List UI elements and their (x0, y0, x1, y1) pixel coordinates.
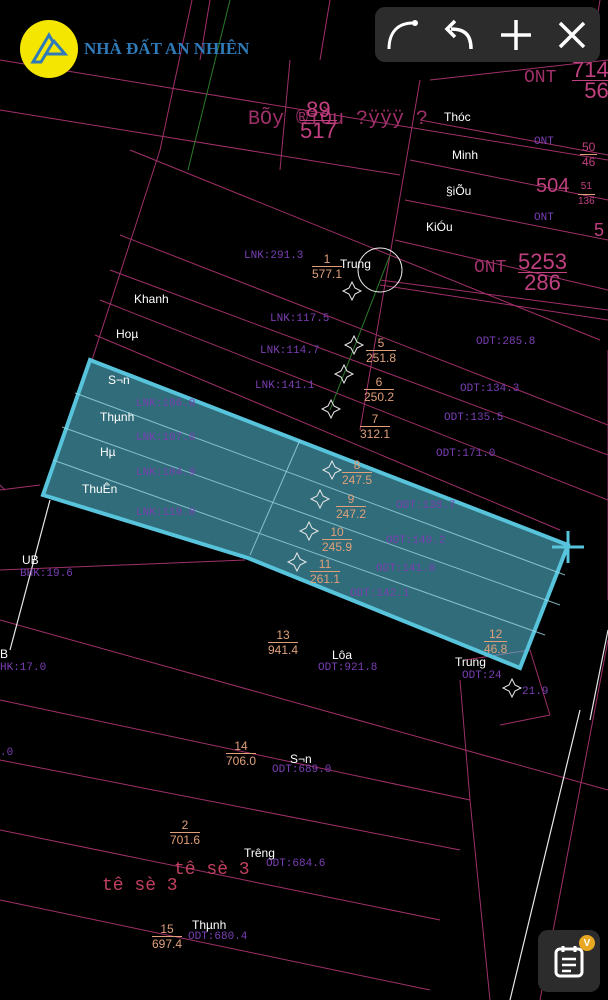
parcel-label: 13 941.4 (268, 628, 299, 657)
land-code: BHK:19.6 (20, 568, 73, 580)
parcel-label: 15 697.4 (152, 922, 183, 951)
plus-icon (500, 19, 531, 50)
parcel-51-136: 51 136 (578, 181, 595, 207)
land-code-ont: ONT (474, 258, 507, 278)
land-code: 21.9 (522, 686, 549, 698)
logo-mark-icon (20, 20, 78, 78)
land-code: LNK:106.0 (136, 398, 196, 410)
land-code: ODT:141.0 (376, 563, 436, 575)
brand-name: NHÀ ĐẤT AN NHIÊN (84, 39, 250, 58)
owner-name: Hµ (100, 445, 116, 459)
parcel-label: 11 261.1 (310, 557, 341, 586)
owner-name: Trung (340, 257, 371, 271)
map-note-2: tê sè 3 (102, 876, 178, 896)
owner-name: Thµnh (100, 410, 135, 424)
land-code: LNK:117.5 (270, 313, 330, 325)
clipboard-icon (554, 946, 584, 978)
owner-name: S¬n (290, 752, 312, 766)
undo-icon (444, 19, 474, 49)
land-code: HK:17.0 (0, 662, 47, 674)
owner-name: Tr­êng (244, 846, 275, 860)
land-code: ODT:140.2 (386, 535, 446, 547)
parcel-5: 5 (594, 220, 605, 240)
land-code: ODT:138.7 (396, 500, 456, 512)
curve-line-icon (387, 19, 419, 49)
parcel-label: 9 247.2 (336, 492, 367, 521)
owner-name: §iÕu (446, 184, 472, 198)
close-button[interactable] (548, 11, 596, 59)
undo-button[interactable] (435, 11, 483, 59)
map-toolbar (375, 7, 600, 62)
notes-button[interactable]: V (538, 930, 600, 992)
owner-name: S¬n (108, 373, 130, 387)
map-note-1: tê sè 3 (174, 860, 250, 880)
land-code: ODT:285.8 (476, 336, 536, 348)
land-code: LNK:107.0 (136, 432, 196, 444)
land-code: ODT:135.5 (444, 412, 504, 424)
owner-name: Hoµ (116, 327, 139, 341)
owner-name: B (0, 647, 9, 661)
brand-logo[interactable]: NHÀ ĐẤT AN NHIÊN (20, 20, 249, 78)
parcel-label: 2 701.6 (170, 818, 201, 847)
owner-name: Thµnh (192, 918, 227, 932)
header-garbled-text: BÕy ®iÒu ?ÿÿÿ ? (248, 108, 429, 131)
land-code: ODT:684.6 (266, 858, 326, 870)
land-code: ODT:921.8 (318, 662, 378, 674)
parcel-89-517: 89 517 (300, 97, 337, 143)
land-code: ODT:680.4 (188, 931, 248, 943)
owner-name: KiÓu (426, 220, 453, 234)
land-code-ont: ONT (534, 136, 554, 148)
parcel-label: 7 312.1 (360, 412, 391, 441)
owner-name: Minh (452, 148, 479, 162)
land-code: .0 (0, 747, 14, 759)
land-code: LNK:141.1 (255, 380, 315, 392)
parcel-504: 504 (536, 175, 570, 197)
owner-name: Thóc (444, 110, 471, 124)
notes-badge: V (579, 935, 595, 951)
close-icon (558, 21, 586, 48)
land-code-ont: ONT (524, 68, 557, 88)
land-code: ODT:134.3 (460, 383, 520, 395)
add-point-button[interactable] (492, 11, 540, 59)
land-code: ODT:142.1 (350, 588, 410, 600)
land-code: LNK:119.0 (136, 507, 196, 519)
owner-name: Trung (455, 655, 486, 669)
land-code: ODT:171.0 (436, 448, 496, 460)
land-code: LNK:104.9 (136, 467, 196, 479)
parcel-label: 6 250.2 (364, 375, 395, 404)
parcel-label: 5 251.8 (366, 336, 397, 365)
parcel-label: 8 247.5 (342, 458, 373, 487)
land-code: ODT:24 (462, 670, 502, 682)
cadastral-map[interactable] (0, 0, 608, 1000)
parcel-label: 12 46.8 (484, 627, 508, 656)
owner-name: ThuÊn (82, 482, 118, 496)
parcel-label: 1 577.1 (312, 252, 343, 281)
owner-name: UB (22, 553, 39, 567)
owner-name: Lôa (332, 648, 353, 662)
land-code: LNK:114.7 (260, 345, 320, 357)
parcel-7149-56: 714956 (572, 59, 608, 102)
curve-line-button[interactable] (379, 11, 427, 59)
owner-name: Khanh (134, 292, 169, 306)
land-code-ont: ONT (534, 212, 554, 224)
land-code: LNK:291.3 (244, 250, 304, 262)
parcel-50-46: 50 46 (580, 140, 598, 169)
parcel-label: 10 245.9 (322, 525, 353, 554)
parcel-5253-286: 5253 286 (518, 249, 567, 295)
parcel-label: 14 706.0 (226, 739, 257, 768)
